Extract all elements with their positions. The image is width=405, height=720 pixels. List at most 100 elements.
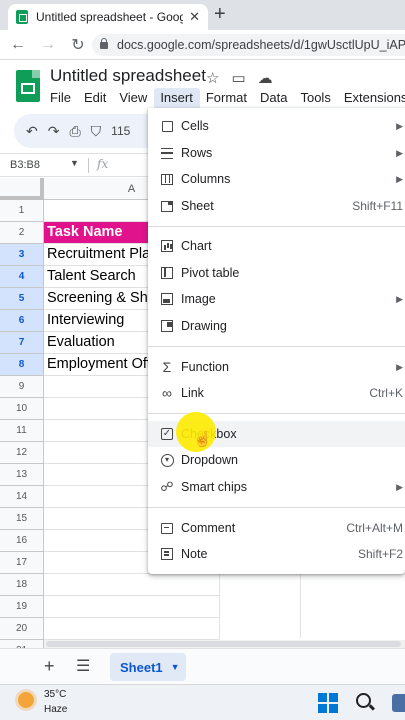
sheets-logo-icon[interactable] [16, 70, 40, 102]
menu-item-label: Note [181, 547, 208, 561]
menu-item-image[interactable]: Image ▶ [148, 286, 405, 312]
menu-item-pivot-table[interactable]: Pivot table [148, 260, 405, 286]
row-header[interactable]: 5 [0, 288, 44, 310]
menu-item-cells[interactable]: Cells ▶ [148, 113, 405, 139]
submenu-arrow-icon: ▶ [396, 147, 403, 158]
all-sheets-menu-icon[interactable]: ☰ [76, 656, 90, 676]
weather-temperature[interactable]: 35°C [44, 689, 66, 700]
redo-icon[interactable]: ↷ [48, 123, 60, 140]
smart-chips-icon: ☍ [160, 479, 174, 494]
address-bar[interactable]: docs.google.com/spreadsheets/d/1gwUsctlU… [92, 34, 405, 56]
reload-icon[interactable]: ↻ [66, 35, 90, 55]
row-header[interactable]: 8 [0, 354, 44, 376]
shortcut-label: Shift+F11 [352, 199, 403, 213]
document-title[interactable]: Untitled spreadsheet [50, 66, 206, 86]
menu-file[interactable]: File [44, 88, 78, 108]
row-header[interactable]: 11 [0, 420, 44, 442]
weather-sun-icon[interactable] [18, 692, 34, 708]
add-sheet-button[interactable]: + [44, 656, 55, 677]
menu-item-link[interactable]: ∞ Link Ctrl+K [148, 380, 405, 406]
forward-arrow-icon[interactable]: → [36, 36, 60, 54]
menu-data[interactable]: Data [254, 88, 294, 108]
shortcut-label: Shift+F2 [357, 547, 403, 561]
menu-insert[interactable]: Insert [154, 88, 200, 108]
select-all-corner[interactable] [0, 178, 44, 200]
zoom-select[interactable]: 115 [111, 124, 130, 138]
print-icon[interactable]: ⎙ [69, 123, 80, 140]
menu-item-label: Sheet [181, 199, 214, 213]
new-tab-button[interactable]: + [214, 3, 226, 26]
menu-tools[interactable]: Tools [294, 88, 337, 108]
menu-item-rows[interactable]: Rows ▶ [148, 140, 405, 166]
grid-cell[interactable] [44, 574, 220, 596]
undo-icon[interactable]: ↶ [26, 123, 38, 140]
name-box[interactable]: B3:B8 [10, 159, 40, 171]
menu-item-chart[interactable]: Chart [148, 233, 405, 259]
row-header[interactable]: 12 [0, 442, 44, 464]
menu-edit[interactable]: Edit [78, 88, 113, 108]
row-header[interactable]: 15 [0, 508, 44, 530]
windows-start-icon[interactable] [318, 693, 338, 713]
formatting-toolbar: ↶ ↷ ⎙ ⛉ 115 [14, 114, 154, 148]
shortcut-label: Ctrl+K [369, 386, 403, 400]
columns-icon [160, 172, 174, 186]
row-header[interactable]: 6 [0, 310, 44, 332]
star-icon[interactable]: ☆ [206, 69, 219, 87]
paint-format-icon[interactable]: ⛉ [91, 123, 102, 140]
menu-format[interactable]: Format [200, 88, 254, 108]
taskbar-app-icon[interactable] [392, 694, 405, 712]
fx-icon: fx [97, 157, 109, 171]
row-header[interactable]: 17 [0, 552, 44, 574]
menu-item-dropdown[interactable]: ▾ Dropdown [148, 447, 405, 473]
move-folder-icon[interactable]: ▭ [231, 69, 245, 87]
rows-icon [160, 146, 174, 160]
menu-item-label: Cells [181, 119, 209, 133]
row-header[interactable]: 13 [0, 464, 44, 486]
menu-item-label: Comment [181, 521, 236, 535]
name-box-dropdown-icon[interactable]: ▼ [70, 158, 79, 168]
menu-divider [148, 346, 405, 347]
cloud-status-icon[interactable]: ☁ [258, 69, 273, 87]
horizontal-scrollbar[interactable] [44, 640, 405, 648]
row-header[interactable]: 7 [0, 332, 44, 354]
row-header[interactable]: 1 [0, 200, 44, 222]
grid-cell[interactable] [44, 596, 220, 618]
menu-item-comment[interactable]: Comment Ctrl+Alt+M [148, 515, 405, 541]
row-header[interactable]: 16 [0, 530, 44, 552]
back-arrow-icon[interactable]: ← [6, 36, 30, 54]
menu-item-label: Chart [181, 239, 212, 253]
weather-description[interactable]: Haze [44, 704, 67, 715]
drawing-icon [160, 319, 174, 333]
row-header[interactable]: 10 [0, 398, 44, 420]
browser-toolbar: ← → ↻ docs.google.com/spreadsheets/d/1gw… [0, 30, 405, 60]
sheet-tab-dropdown-icon[interactable]: ▼ [171, 662, 180, 672]
sheet-tab-label: Sheet1 [120, 659, 163, 675]
row-header[interactable]: 20 [0, 618, 44, 640]
menu-item-columns[interactable]: Columns ▶ [148, 166, 405, 192]
browser-tab[interactable]: Untitled spreadsheet - Google Sh ✕ [8, 4, 208, 30]
row-header[interactable]: 19 [0, 596, 44, 618]
menu-item-label: Function [181, 360, 229, 374]
menu-item-function[interactable]: Σ Function ▶ [148, 354, 405, 380]
row-header[interactable]: 14 [0, 486, 44, 508]
close-tab-icon[interactable]: ✕ [189, 9, 200, 25]
link-icon: ∞ [162, 385, 172, 401]
menu-extensions[interactable]: Extensions [338, 88, 405, 108]
menu-item-smart-chips[interactable]: ☍ Smart chips ▶ [148, 474, 405, 500]
grid-cell[interactable] [44, 618, 220, 640]
menu-view[interactable]: View [113, 88, 154, 108]
row-header[interactable]: 3 [0, 244, 44, 266]
row-header[interactable]: 2 [0, 222, 44, 244]
row-header[interactable]: 9 [0, 376, 44, 398]
browser-tab-title: Untitled spreadsheet - Google Sh [36, 10, 184, 24]
taskbar-search-icon[interactable] [356, 693, 371, 708]
menu-item-label: Image [181, 292, 216, 306]
browser-tabstrip: Untitled spreadsheet - Google Sh ✕ + [0, 0, 405, 30]
sheet-tab-sheet1[interactable]: Sheet1 ▼ [110, 653, 186, 681]
row-header[interactable]: 4 [0, 266, 44, 288]
menu-item-note[interactable]: Note Shift+F2 [148, 541, 405, 567]
hand-pointer-icon: ☝ [193, 431, 212, 448]
menu-item-sheet[interactable]: Sheet Shift+F11 [148, 193, 405, 219]
menu-item-drawing[interactable]: Drawing [148, 313, 405, 339]
row-header[interactable]: 18 [0, 574, 44, 596]
